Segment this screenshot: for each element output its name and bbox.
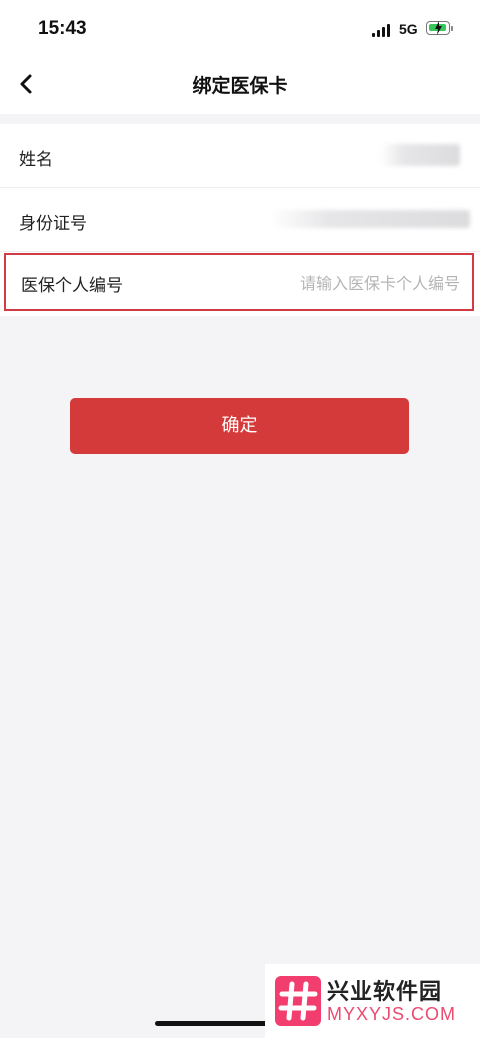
insurance-number-row[interactable]: 医保个人编号 bbox=[4, 253, 474, 311]
name-row: 姓名 bbox=[0, 124, 480, 188]
hash-logo-icon bbox=[275, 976, 321, 1026]
confirm-button[interactable]: 确定 bbox=[70, 398, 409, 454]
watermark: 兴业软件园 MYXYJS.COM bbox=[265, 964, 480, 1038]
insurance-number-input[interactable] bbox=[208, 269, 462, 297]
page-title: 绑定医保卡 bbox=[192, 75, 288, 97]
insurance-number-label: 医保个人编号 bbox=[21, 276, 123, 296]
bind-card-form: 姓名 身份证号 医保个人编号 bbox=[0, 124, 480, 316]
status-time: 15:43 bbox=[38, 18, 87, 39]
id-number-value-blurred bbox=[270, 210, 470, 228]
id-number-label: 身份证号 bbox=[19, 214, 87, 234]
network-type: 5G bbox=[399, 21, 418, 37]
status-bar: 15:43 5G bbox=[0, 0, 480, 54]
name-value-blurred bbox=[380, 144, 460, 166]
battery-charging-icon bbox=[426, 21, 450, 35]
id-number-row: 身份证号 bbox=[0, 188, 480, 252]
signal-icon bbox=[372, 24, 392, 37]
name-label: 姓名 bbox=[19, 150, 53, 170]
watermark-name: 兴业软件园 bbox=[327, 980, 443, 1005]
nav-bar: 绑定医保卡 bbox=[0, 54, 480, 114]
watermark-domain: MYXYJS.COM bbox=[327, 1004, 457, 1024]
battery-cap bbox=[451, 26, 453, 31]
